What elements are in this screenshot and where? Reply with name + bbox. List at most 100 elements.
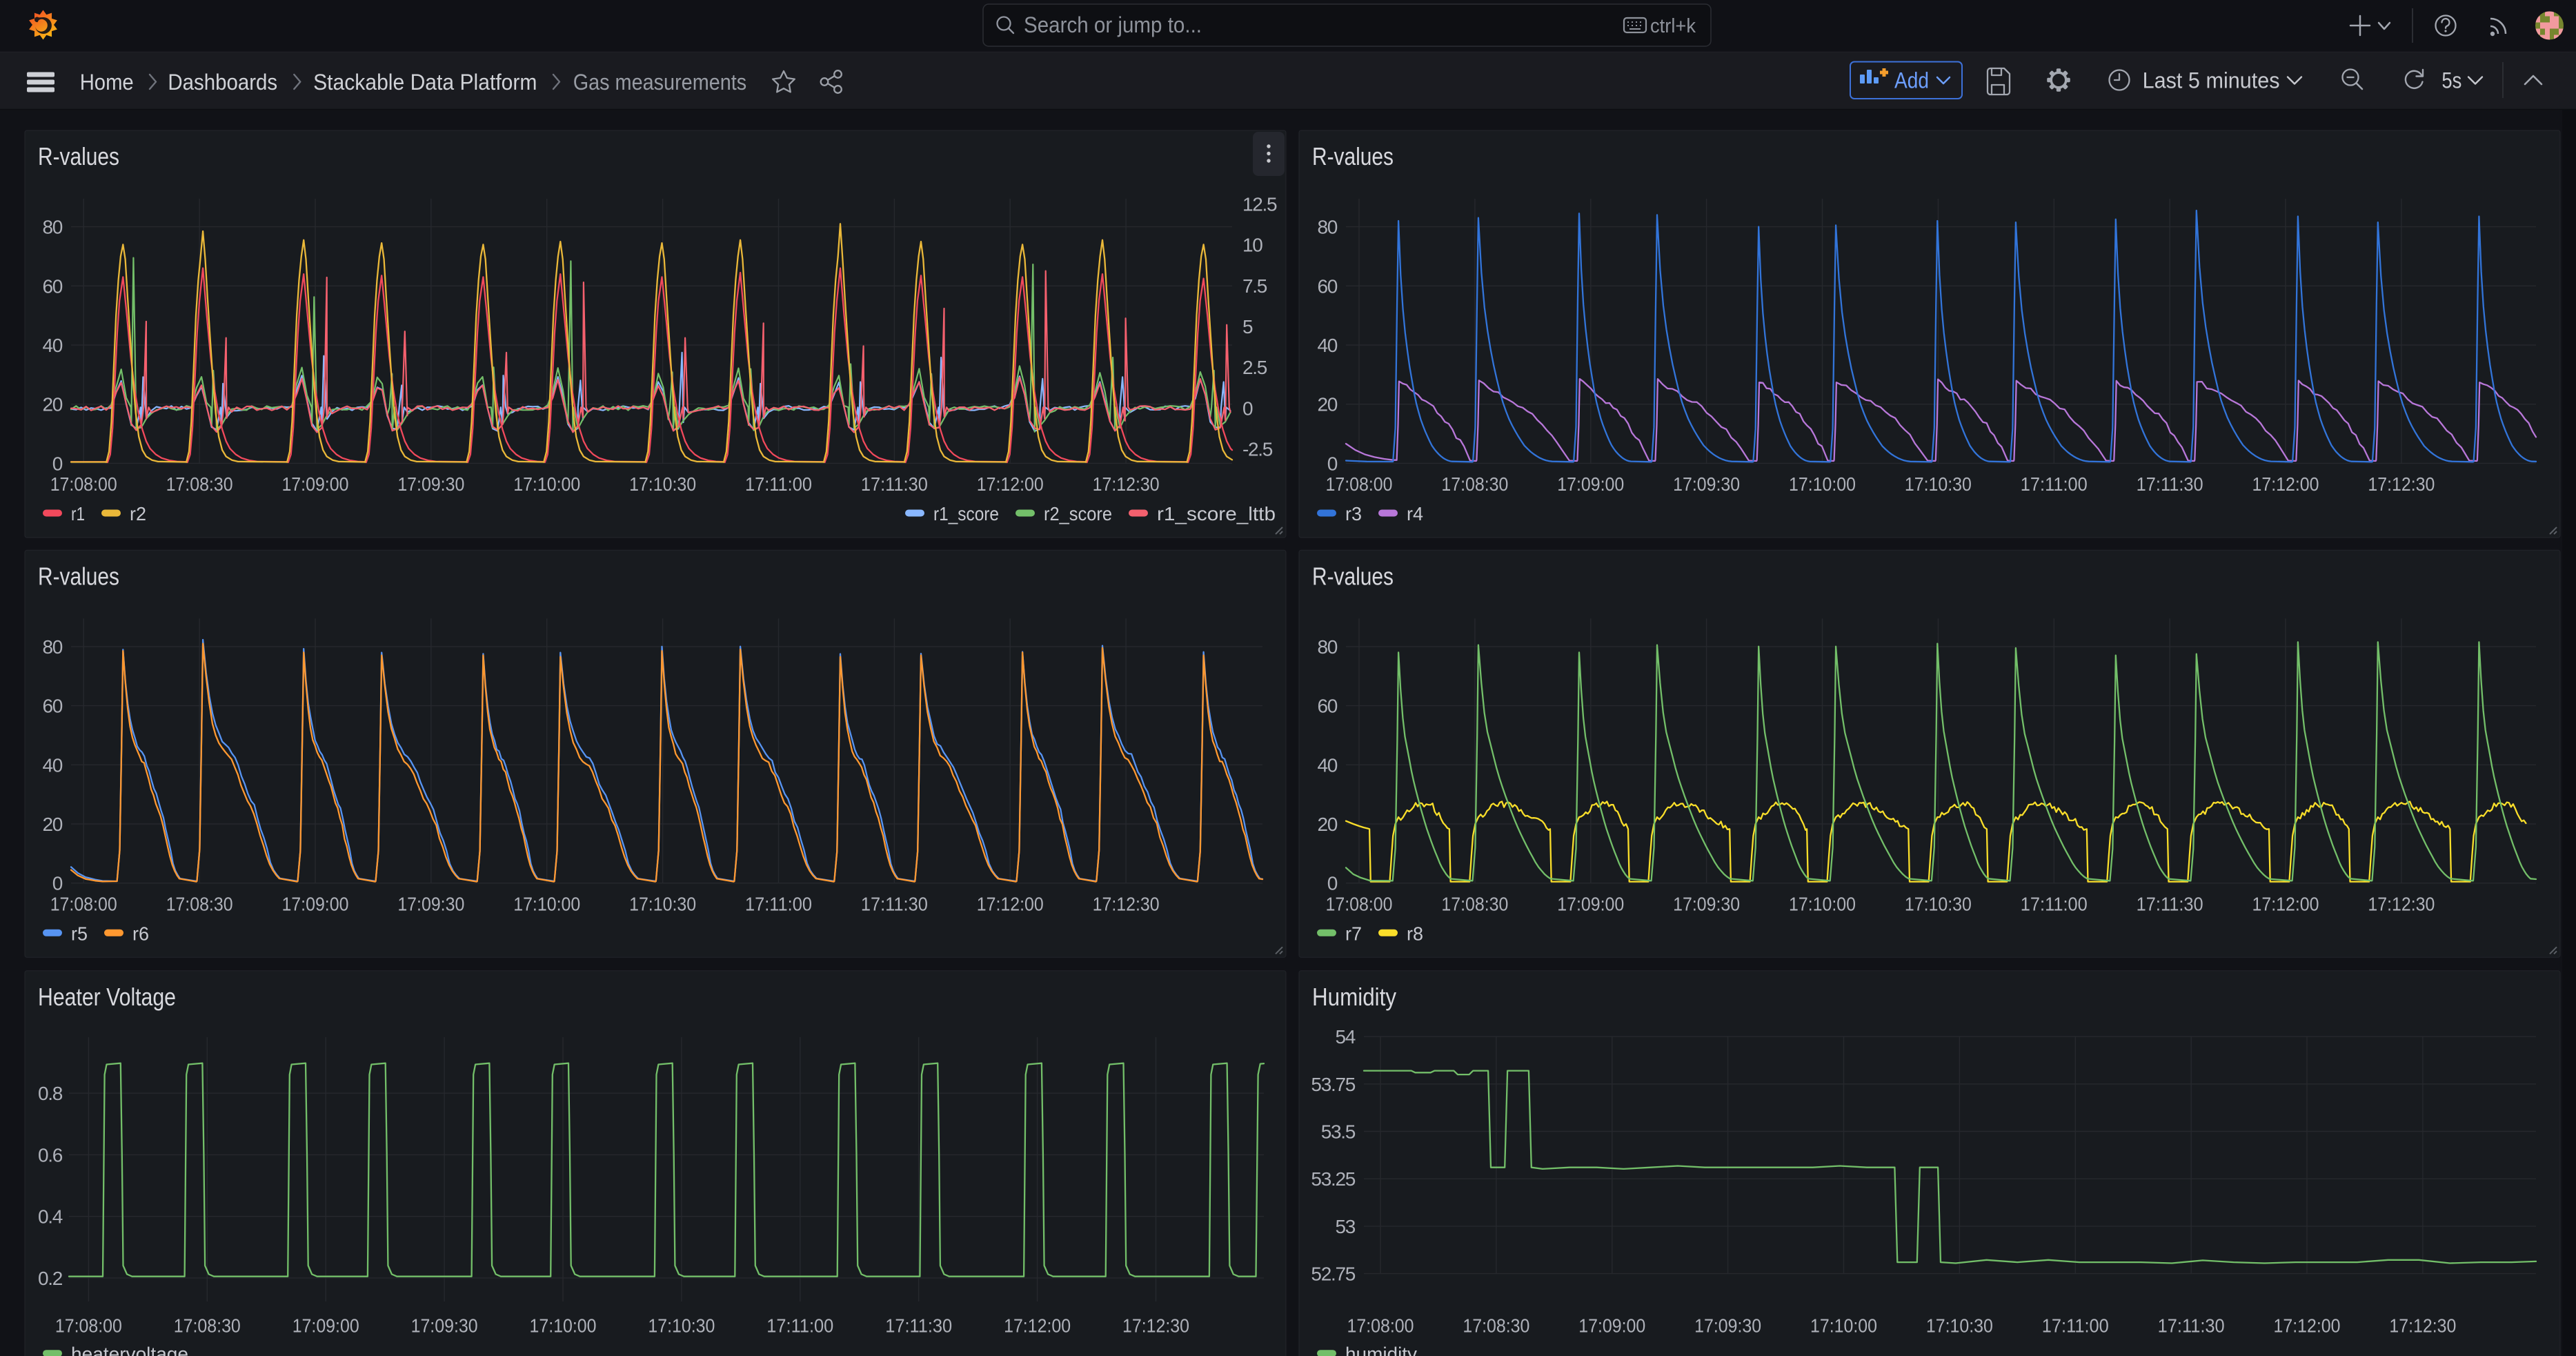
- svg-text:17:10:00: 17:10:00: [1810, 1315, 1877, 1337]
- svg-text:heatervoltage: heatervoltage: [71, 1344, 188, 1356]
- svg-text:17:11:30: 17:11:30: [861, 893, 928, 914]
- svg-text:17:12:00: 17:12:00: [1004, 1315, 1071, 1337]
- svg-text:Add: Add: [1894, 68, 1929, 93]
- svg-text:17:11:30: 17:11:30: [861, 473, 928, 495]
- svg-text:17:09:00: 17:09:00: [1578, 1315, 1645, 1337]
- svg-text:17:12:30: 17:12:30: [1093, 893, 1160, 914]
- svg-text:17:11:00: 17:11:00: [745, 893, 812, 914]
- svg-text:60: 60: [42, 275, 62, 297]
- svg-text:17:09:00: 17:09:00: [1557, 473, 1624, 495]
- svg-text:17:10:00: 17:10:00: [1789, 893, 1856, 914]
- svg-text:80: 80: [42, 636, 62, 658]
- svg-text:17:10:30: 17:10:30: [629, 473, 696, 495]
- svg-text:Gas measurements: Gas measurements: [573, 70, 746, 95]
- svg-text:17:08:30: 17:08:30: [1441, 893, 1508, 914]
- svg-text:Heater Voltage: Heater Voltage: [38, 983, 176, 1011]
- svg-text:53.5: 53.5: [1321, 1121, 1356, 1143]
- svg-text:humidity: humidity: [1345, 1344, 1417, 1356]
- svg-text:17:12:00: 17:12:00: [2252, 893, 2319, 914]
- svg-text:r1_score_lttb: r1_score_lttb: [1157, 503, 1276, 524]
- svg-text:0: 0: [1327, 873, 1338, 894]
- svg-text:r1_score: r1_score: [933, 503, 999, 524]
- svg-text:17:11:00: 17:11:00: [2021, 893, 2088, 914]
- svg-text:0: 0: [1242, 397, 1253, 419]
- svg-text:17:12:00: 17:12:00: [2274, 1315, 2341, 1337]
- svg-text:0: 0: [52, 873, 63, 894]
- svg-text:17:10:30: 17:10:30: [629, 893, 696, 914]
- svg-text:r3: r3: [1345, 503, 1362, 524]
- svg-text:Humidity: Humidity: [1312, 983, 1396, 1011]
- svg-text:53.75: 53.75: [1311, 1074, 1355, 1095]
- svg-text:20: 20: [42, 394, 62, 415]
- svg-text:17:11:30: 17:11:30: [2137, 473, 2203, 495]
- svg-text:17:09:00: 17:09:00: [1557, 893, 1624, 914]
- svg-text:17:08:30: 17:08:30: [166, 893, 233, 914]
- svg-text:17:08:00: 17:08:00: [50, 893, 117, 914]
- svg-text:17:08:00: 17:08:00: [1347, 1315, 1414, 1337]
- svg-text:17:11:00: 17:11:00: [2021, 473, 2088, 495]
- svg-text:10: 10: [1242, 235, 1262, 256]
- svg-text:17:10:30: 17:10:30: [648, 1315, 715, 1337]
- svg-text:60: 60: [42, 696, 62, 717]
- svg-text:ctrl+k: ctrl+k: [1650, 15, 1696, 37]
- svg-text:17:08:30: 17:08:30: [1463, 1315, 1529, 1337]
- svg-text:17:09:30: 17:09:30: [1673, 473, 1740, 495]
- svg-text:r4: r4: [1407, 503, 1423, 524]
- svg-text:5s: 5s: [2441, 68, 2461, 93]
- svg-text:17:10:00: 17:10:00: [513, 893, 580, 914]
- svg-text:17:08:00: 17:08:00: [1326, 473, 1393, 495]
- svg-text:40: 40: [42, 335, 62, 356]
- svg-text:0.8: 0.8: [38, 1083, 63, 1104]
- svg-text:r6: r6: [132, 923, 149, 944]
- svg-text:53: 53: [1335, 1216, 1355, 1237]
- svg-text:0.4: 0.4: [38, 1206, 63, 1228]
- svg-text:0: 0: [52, 453, 63, 474]
- svg-text:7.5: 7.5: [1242, 275, 1267, 297]
- svg-text:17:09:00: 17:09:00: [293, 1315, 359, 1337]
- svg-text:60: 60: [1317, 275, 1337, 297]
- svg-text:12.5: 12.5: [1242, 194, 1277, 215]
- svg-text:17:11:30: 17:11:30: [2158, 1315, 2225, 1337]
- svg-text:r5: r5: [71, 923, 88, 944]
- svg-text:54: 54: [1335, 1026, 1355, 1048]
- svg-text:17:12:30: 17:12:30: [2389, 1315, 2456, 1337]
- svg-text:17:12:00: 17:12:00: [2252, 473, 2319, 495]
- svg-text:Dashboards: Dashboards: [168, 70, 277, 95]
- svg-text:r8: r8: [1407, 923, 1423, 944]
- svg-text:17:09:30: 17:09:30: [397, 893, 464, 914]
- svg-text:40: 40: [1317, 754, 1337, 776]
- svg-text:Last 5 minutes: Last 5 minutes: [2143, 68, 2280, 93]
- svg-text:80: 80: [1317, 636, 1337, 658]
- svg-text:60: 60: [1317, 696, 1337, 717]
- svg-text:17:10:00: 17:10:00: [513, 473, 580, 495]
- svg-text:r2_score: r2_score: [1044, 503, 1112, 524]
- svg-text:17:10:00: 17:10:00: [530, 1315, 597, 1337]
- svg-text:20: 20: [1317, 814, 1337, 835]
- svg-text:17:08:00: 17:08:00: [50, 473, 117, 495]
- svg-text:80: 80: [42, 217, 62, 238]
- svg-text:17:08:30: 17:08:30: [166, 473, 233, 495]
- svg-text:-2.5: -2.5: [1242, 439, 1273, 460]
- svg-text:Stackable Data Platform: Stackable Data Platform: [313, 70, 537, 95]
- svg-text:0: 0: [1327, 453, 1338, 474]
- svg-text:17:12:30: 17:12:30: [2368, 893, 2435, 914]
- svg-text:R-values: R-values: [38, 562, 119, 591]
- svg-text:17:09:30: 17:09:30: [397, 473, 464, 495]
- svg-text:17:10:30: 17:10:30: [1905, 473, 1972, 495]
- svg-text:53.25: 53.25: [1311, 1168, 1355, 1190]
- svg-text:17:12:30: 17:12:30: [1093, 473, 1160, 495]
- svg-text:40: 40: [42, 754, 62, 776]
- svg-text:17:08:00: 17:08:00: [55, 1315, 122, 1337]
- svg-text:17:11:00: 17:11:00: [766, 1315, 833, 1337]
- svg-text:Home: Home: [80, 70, 134, 95]
- svg-text:17:09:00: 17:09:00: [281, 893, 348, 914]
- svg-text:17:12:00: 17:12:00: [977, 473, 1044, 495]
- svg-text:52.75: 52.75: [1311, 1264, 1355, 1285]
- svg-text:17:08:30: 17:08:30: [174, 1315, 241, 1337]
- svg-text:17:12:00: 17:12:00: [977, 893, 1044, 914]
- svg-text:17:09:30: 17:09:30: [411, 1315, 478, 1337]
- svg-text:17:11:00: 17:11:00: [745, 473, 812, 495]
- svg-text:2.5: 2.5: [1242, 357, 1267, 378]
- svg-text:17:09:30: 17:09:30: [1694, 1315, 1761, 1337]
- svg-text:Search or jump to...: Search or jump to...: [1024, 12, 1202, 37]
